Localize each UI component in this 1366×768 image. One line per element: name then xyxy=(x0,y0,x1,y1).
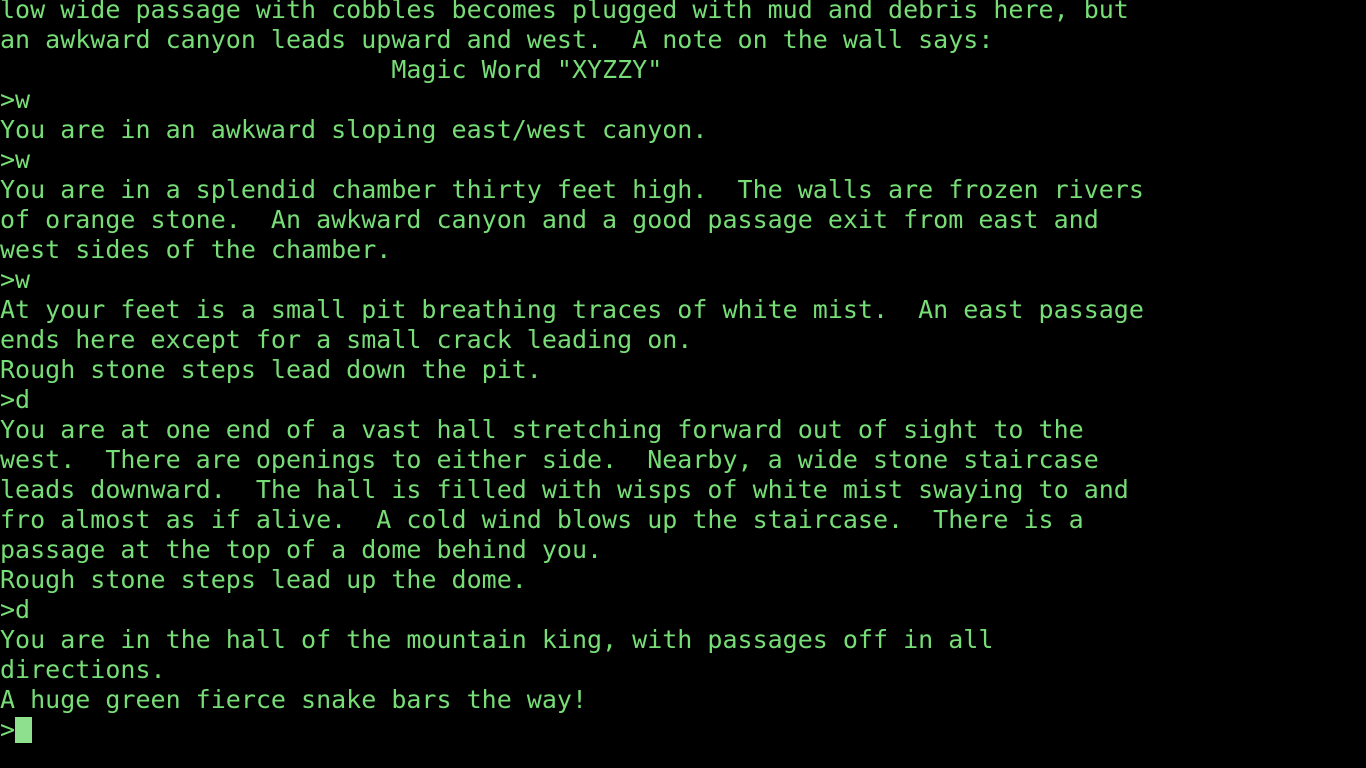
command-echo-line: >w xyxy=(0,265,31,294)
output-line: A huge green fierce snake bars the way! xyxy=(0,685,587,714)
output-line: west. There are openings to either side.… xyxy=(0,445,1099,474)
output-line: At your feet is a small pit breathing tr… xyxy=(0,295,1144,324)
output-line: west sides of the chamber. xyxy=(0,235,392,264)
output-line: You are in an awkward sloping east/west … xyxy=(0,115,708,144)
terminal-output-buffer: low wide passage with cobbles becomes pl… xyxy=(0,0,1366,745)
output-line: an awkward canyon leads upward and west.… xyxy=(0,25,994,54)
output-line: leads downward. The hall is filled with … xyxy=(0,475,1129,504)
output-line: fro almost as if alive. A cold wind blow… xyxy=(0,505,1084,534)
output-line: directions. xyxy=(0,655,166,684)
output-line: of orange stone. An awkward canyon and a… xyxy=(0,205,1099,234)
output-line: passage at the top of a dome behind you. xyxy=(0,535,603,564)
output-line: ends here except for a small crack leadi… xyxy=(0,325,693,354)
prompt-symbol: > xyxy=(0,715,16,744)
output-line: You are in a splendid chamber thirty fee… xyxy=(0,175,1144,204)
output-line: low wide passage with cobbles becomes pl… xyxy=(0,0,1129,24)
output-line: Rough stone steps lead up the dome. xyxy=(0,565,527,594)
command-echo-line: >d xyxy=(0,385,31,414)
block-cursor xyxy=(15,717,33,743)
output-line: You are at one end of a vast hall stretc… xyxy=(0,415,1084,444)
output-line: Rough stone steps lead down the pit. xyxy=(0,355,542,384)
command-echo-line: >w xyxy=(0,145,31,174)
command-echo-line: >d xyxy=(0,595,31,624)
active-prompt-line[interactable]: > xyxy=(0,715,1366,745)
output-line: Magic Word "XYZZY" xyxy=(0,55,663,84)
terminal-window[interactable]: low wide passage with cobbles becomes pl… xyxy=(0,0,1366,768)
output-line: You are in the hall of the mountain king… xyxy=(0,625,994,654)
command-echo-line: >w xyxy=(0,85,31,114)
